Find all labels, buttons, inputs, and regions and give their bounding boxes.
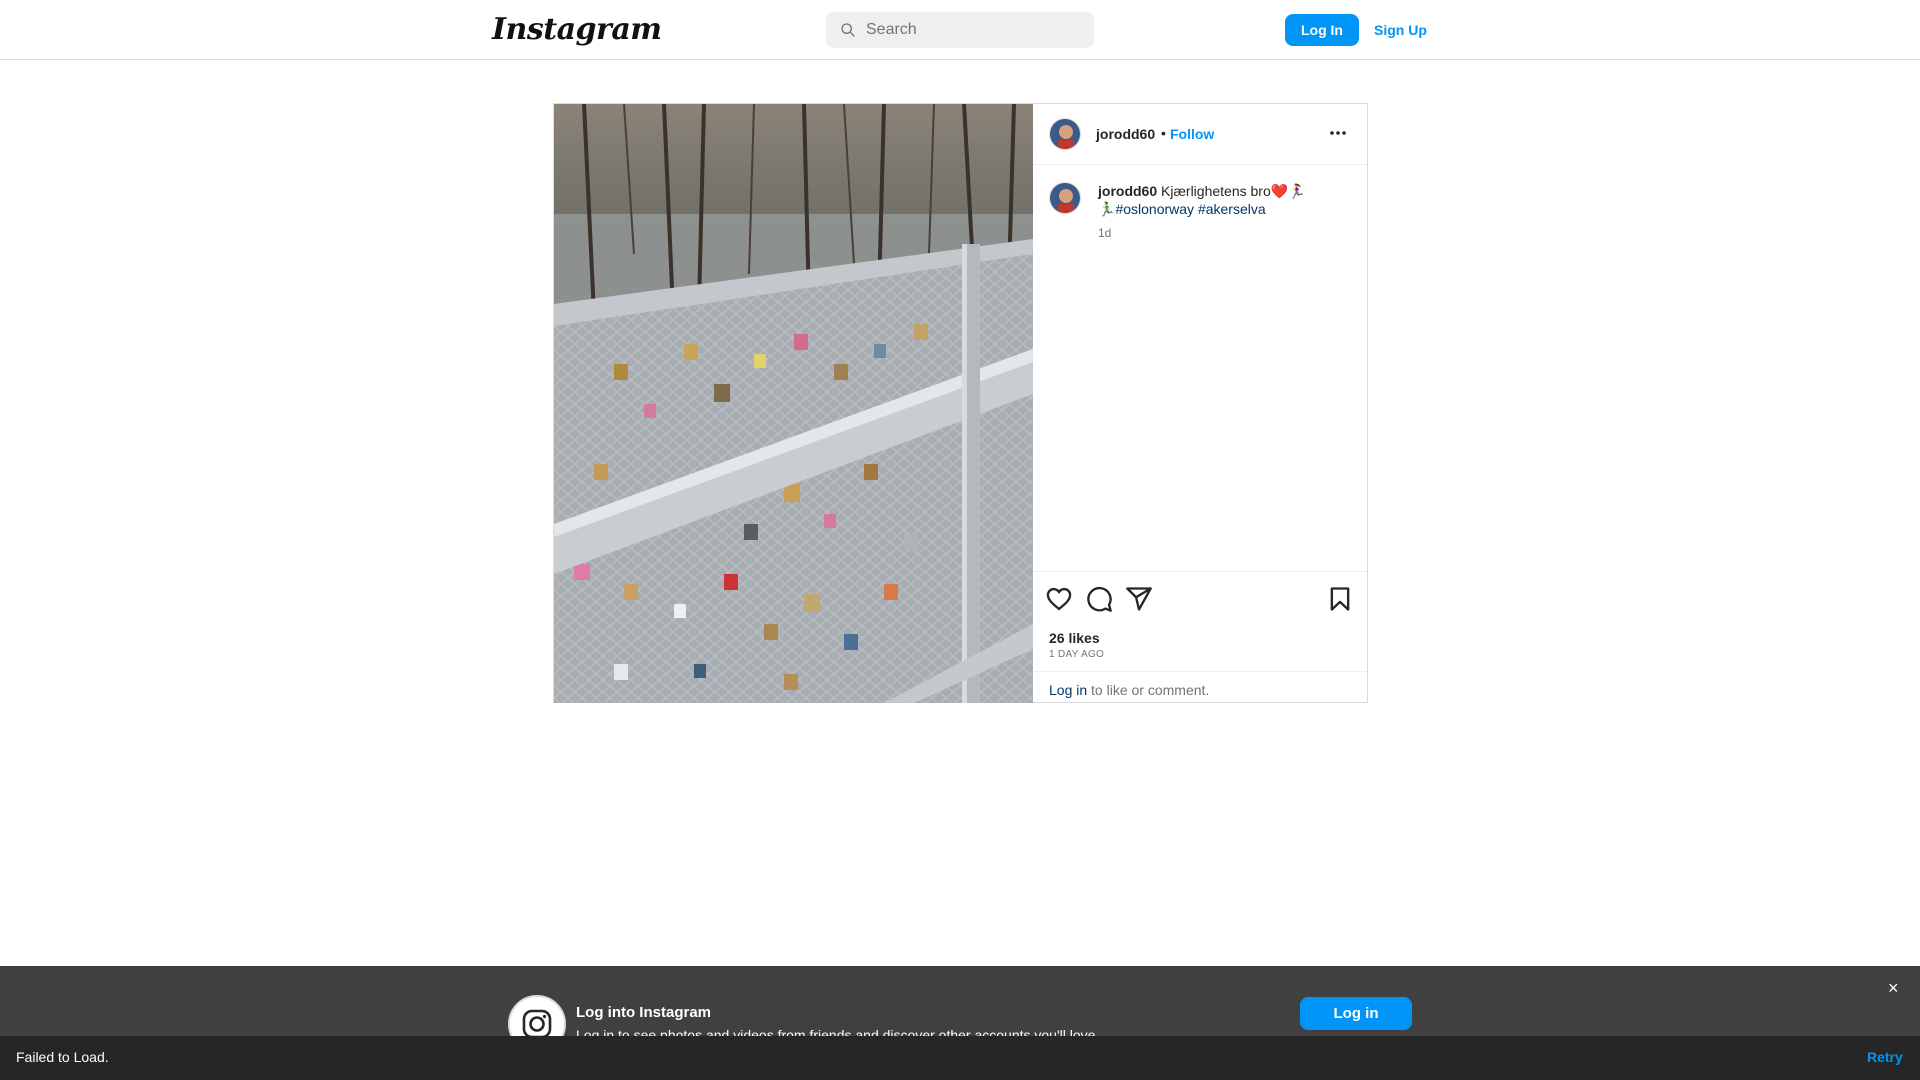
banner-login-button[interactable]: Log in [1300, 997, 1412, 1030]
share-icon[interactable] [1125, 585, 1153, 613]
post-timestamp[interactable]: 1 DAY AGO [1049, 649, 1104, 660]
search-input[interactable] [866, 21, 1076, 39]
banner-title: Log into Instagram [576, 1004, 711, 1021]
signup-button[interactable]: Sign Up [1370, 14, 1431, 46]
actions-divider [1033, 571, 1367, 572]
separator-dot: • [1161, 125, 1166, 141]
close-icon[interactable]: × [1888, 978, 1899, 999]
post-username[interactable]: jorodd60 [1096, 126, 1155, 142]
post-caption: jorodd60 Kjærlighetens bro❤️🏃‍♀️🏃‍♂️#osl… [1098, 182, 1353, 218]
post-header: jorodd60 • Follow [1033, 104, 1367, 165]
top-navigation: Instagram Log In Sign Up [0, 0, 1920, 60]
post-photo[interactable] [554, 104, 1033, 703]
toast-message: Failed to Load. [16, 1049, 109, 1065]
login-link[interactable]: Log in [1049, 682, 1087, 698]
likes-count[interactable]: 26 likes [1049, 630, 1100, 646]
instagram-logo[interactable]: Instagram [492, 12, 662, 47]
caption-timestamp[interactable]: 1d [1098, 226, 1111, 240]
hashtag-link[interactable]: #oslonorway [1115, 201, 1194, 217]
follow-button[interactable]: Follow [1170, 126, 1214, 142]
comment-icon[interactable] [1085, 585, 1113, 613]
love-locks-bridge-image [554, 104, 1033, 703]
search-icon [841, 23, 855, 37]
more-icon[interactable] [1325, 120, 1351, 146]
bookmark-icon[interactable] [1326, 585, 1354, 613]
search-box[interactable] [826, 12, 1094, 48]
avatar[interactable] [1049, 118, 1081, 150]
avatar-image [1050, 119, 1080, 149]
error-toast [0, 1036, 1920, 1080]
caption-avatar[interactable] [1049, 182, 1081, 214]
caption-username[interactable]: jorodd60 [1098, 183, 1157, 199]
post-card: jorodd60 • Follow jorodd60 Kjærlighetens… [553, 103, 1368, 703]
hashtag-link[interactable]: #akerselva [1198, 201, 1266, 217]
login-button[interactable]: Log In [1285, 14, 1359, 46]
post-sidebar: jorodd60 • Follow jorodd60 Kjærlighetens… [1033, 104, 1367, 703]
heart-icon[interactable] [1045, 585, 1073, 613]
login-suffix-text: to like or comment. [1087, 682, 1210, 698]
retry-button[interactable]: Retry [1867, 1049, 1903, 1065]
login-to-comment: Log in to like or comment. [1049, 682, 1209, 698]
avatar-image [1050, 183, 1080, 213]
